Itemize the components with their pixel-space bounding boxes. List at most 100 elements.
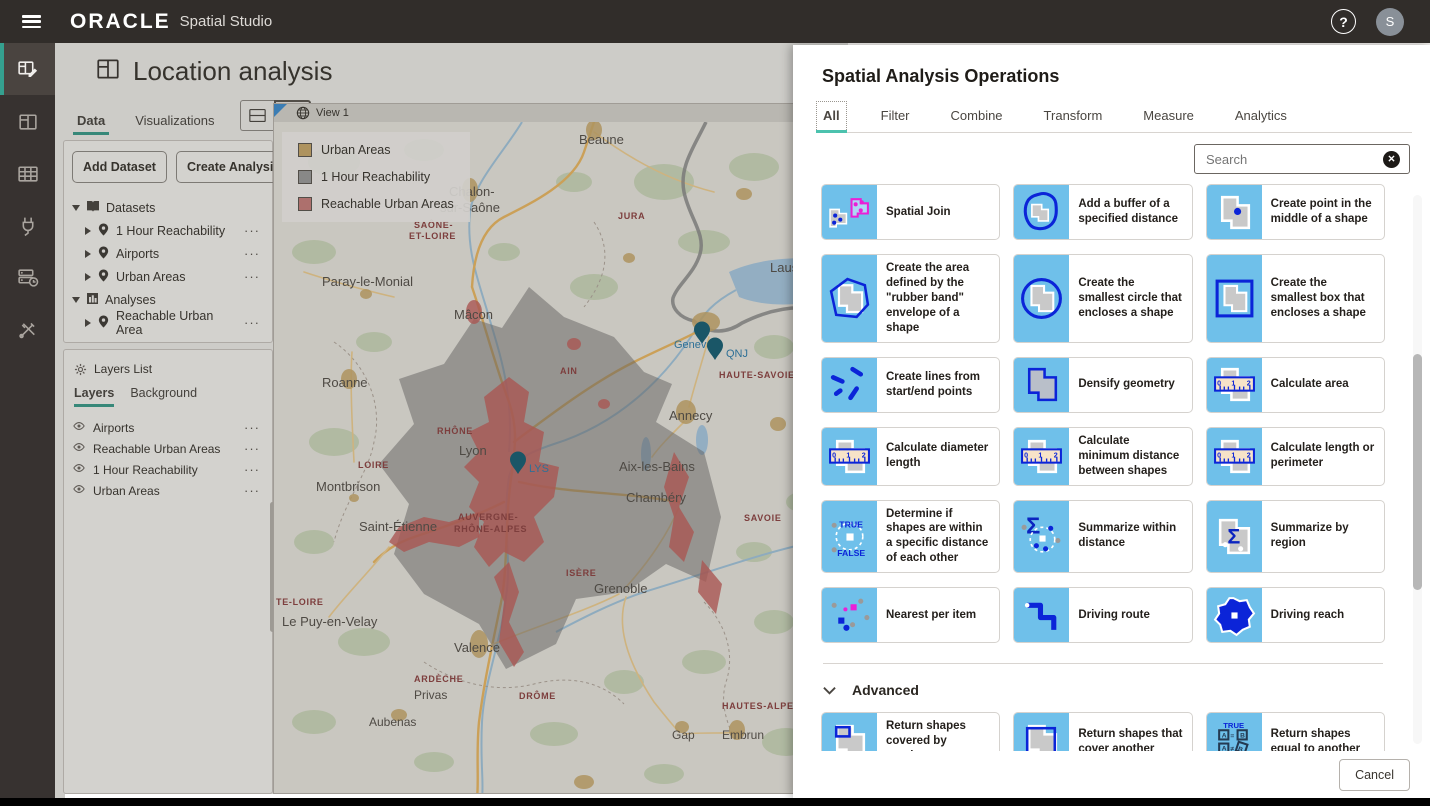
caret-down-icon[interactable]	[72, 297, 80, 303]
dialog-scrollbar	[1413, 195, 1422, 744]
search-input[interactable]	[1204, 151, 1383, 168]
operation-card[interactable]: TRUEFALSEDetermine if shapes are within …	[821, 500, 1000, 574]
rail-item-admin-tools[interactable]	[0, 303, 55, 355]
eye-icon[interactable]	[72, 483, 86, 498]
map-city-label: Montbrison	[316, 479, 380, 494]
more-menu-icon[interactable]: ···	[244, 269, 264, 284]
caret-right-icon[interactable]	[85, 227, 91, 235]
operation-card[interactable]: ΣSummarize within distance	[1013, 500, 1192, 574]
operation-card[interactable]: 012Calculate diameter length	[821, 427, 1000, 486]
operation-card[interactable]: Create the smallest box that encloses a …	[1206, 254, 1385, 343]
map-pin-label: LYS	[529, 463, 549, 475]
operation-label: Return shapes that cover another	[1069, 713, 1191, 751]
layers-tab-layers[interactable]: Layers	[74, 386, 114, 407]
operation-card[interactable]: Return shapes covered by another	[821, 712, 1000, 751]
rail-item-connections[interactable]	[0, 199, 55, 251]
operation-card[interactable]: Spatial Join	[821, 184, 1000, 240]
operation-card[interactable]: ΣSummarize by region	[1206, 500, 1385, 574]
map-city-label: Annecy	[669, 408, 713, 423]
map-city-label: Mâcon	[454, 307, 493, 322]
layer-row[interactable]: Airports ···	[72, 417, 264, 438]
legend-item: Urban Areas	[298, 143, 454, 157]
page-bottom-strip	[65, 794, 805, 798]
eye-icon[interactable]	[72, 462, 86, 477]
more-menu-icon[interactable]: ···	[244, 420, 264, 435]
tree-item[interactable]: Urban Areas···	[72, 265, 264, 288]
dialog-tab-analytics[interactable]: Analytics	[1228, 101, 1294, 132]
operation-card[interactable]: Densify geometry	[1013, 357, 1192, 413]
operation-card[interactable]: TRUEABAB=≠FALSEReturn shapes equal to an…	[1206, 712, 1385, 751]
svg-text:TRUE: TRUE	[839, 519, 863, 529]
more-menu-icon[interactable]: ···	[244, 315, 264, 330]
tree-item[interactable]: 1 Hour Reachability···	[72, 219, 264, 242]
dialog-tab-filter[interactable]: Filter	[874, 101, 917, 132]
rail-item-active-project[interactable]	[0, 43, 55, 95]
operation-card[interactable]: 012Calculate minimum distance between sh…	[1013, 427, 1192, 486]
svg-text:2: 2	[1054, 451, 1058, 459]
tree-item[interactable]: Airports···	[72, 242, 264, 265]
more-menu-icon[interactable]: ···	[244, 483, 264, 498]
tab-visualizations[interactable]: Visualizations	[131, 108, 218, 135]
dialog-tab-transform[interactable]: Transform	[1037, 101, 1110, 132]
avatar[interactable]: S	[1376, 8, 1404, 36]
caret-right-icon[interactable]	[85, 319, 91, 327]
tree-group-datasets[interactable]: Datasets	[72, 196, 264, 219]
operation-card[interactable]: Return shapes that cover another	[1013, 712, 1192, 751]
rail-item-projects[interactable]	[0, 95, 55, 147]
more-menu-icon[interactable]: ···	[244, 462, 264, 477]
dialog-tab-all[interactable]: All	[816, 101, 847, 132]
more-menu-icon[interactable]: ···	[244, 223, 264, 238]
split-horizontal-button[interactable]	[240, 100, 274, 131]
layer-row[interactable]: Urban Areas···	[72, 480, 264, 501]
layers-list-title: Layers List	[94, 362, 152, 376]
tab-data[interactable]: Data	[73, 108, 109, 135]
eye-icon[interactable]	[72, 441, 86, 456]
tree-item[interactable]: Reachable Urban Area···	[72, 311, 264, 334]
operation-card[interactable]: 012Calculate area	[1206, 357, 1385, 413]
dialog-tab-measure[interactable]: Measure	[1136, 101, 1201, 132]
layer-row[interactable]: Reachable Urban Areas ···	[72, 438, 264, 459]
ruler-icon: 012	[1207, 428, 1262, 485]
help-icon[interactable]: ?	[1331, 9, 1356, 34]
rail-item-jobs[interactable]	[0, 251, 55, 303]
more-menu-icon[interactable]: ···	[244, 441, 264, 456]
hamburger-menu-icon[interactable]	[22, 15, 41, 28]
caret-right-icon[interactable]	[85, 273, 91, 281]
layers-tab-background[interactable]: Background	[130, 386, 197, 407]
operation-card[interactable]: Driving route	[1013, 587, 1192, 643]
map-region-label: SAVOIE	[744, 513, 782, 523]
operation-card[interactable]: 012Calculate length or perimeter	[1206, 427, 1385, 486]
ruler-icon: 012	[822, 428, 877, 485]
more-menu-icon[interactable]: ···	[244, 246, 264, 261]
gear-icon	[74, 363, 87, 376]
operation-card[interactable]: Create point in the middle of a shape	[1206, 184, 1385, 240]
caret-down-icon[interactable]	[72, 205, 80, 211]
operation-card[interactable]: Create lines from start/end points	[821, 357, 1000, 413]
operation-card[interactable]: Driving reach	[1206, 587, 1385, 643]
covers-icon	[1014, 713, 1069, 751]
layer-label: Reachable Urban Areas	[93, 442, 220, 456]
add-dataset-button[interactable]: Add Dataset	[72, 151, 167, 183]
layer-row[interactable]: 1 Hour Reachability···	[72, 459, 264, 480]
operation-card[interactable]: Nearest per item	[821, 587, 1000, 643]
pin-icon	[97, 314, 110, 332]
operation-card[interactable]: Add a buffer of a specified distance	[1013, 184, 1192, 240]
map-city-label: Paray-le-Monial	[322, 274, 413, 289]
cancel-button[interactable]: Cancel	[1339, 759, 1410, 791]
summarize-distance-icon: Σ	[1014, 501, 1069, 573]
dialog-tab-combine[interactable]: Combine	[944, 101, 1010, 132]
map-region-label: RHÔNE-ALPES	[454, 523, 527, 534]
datasets-panel: Add Dataset Create Analysis Datasets1 Ho…	[63, 140, 273, 343]
svg-text:=: =	[1230, 733, 1234, 740]
operation-card[interactable]: Create the smallest circle that encloses…	[1013, 254, 1192, 343]
dialog-scrollbar-thumb[interactable]	[1413, 354, 1422, 590]
operation-label: Determine if shapes are within a specifi…	[877, 501, 999, 573]
caret-right-icon[interactable]	[85, 250, 91, 258]
clear-search-icon[interactable]: ✕	[1383, 151, 1400, 168]
eye-icon[interactable]	[72, 420, 86, 435]
rail-item-datasets[interactable]	[0, 147, 55, 199]
operation-label: Summarize by region	[1262, 501, 1384, 573]
layer-label: Airports	[93, 421, 134, 435]
advanced-section-header[interactable]: Advanced	[823, 663, 1383, 698]
operation-card[interactable]: Create the area defined by the "rubber b…	[821, 254, 1000, 343]
